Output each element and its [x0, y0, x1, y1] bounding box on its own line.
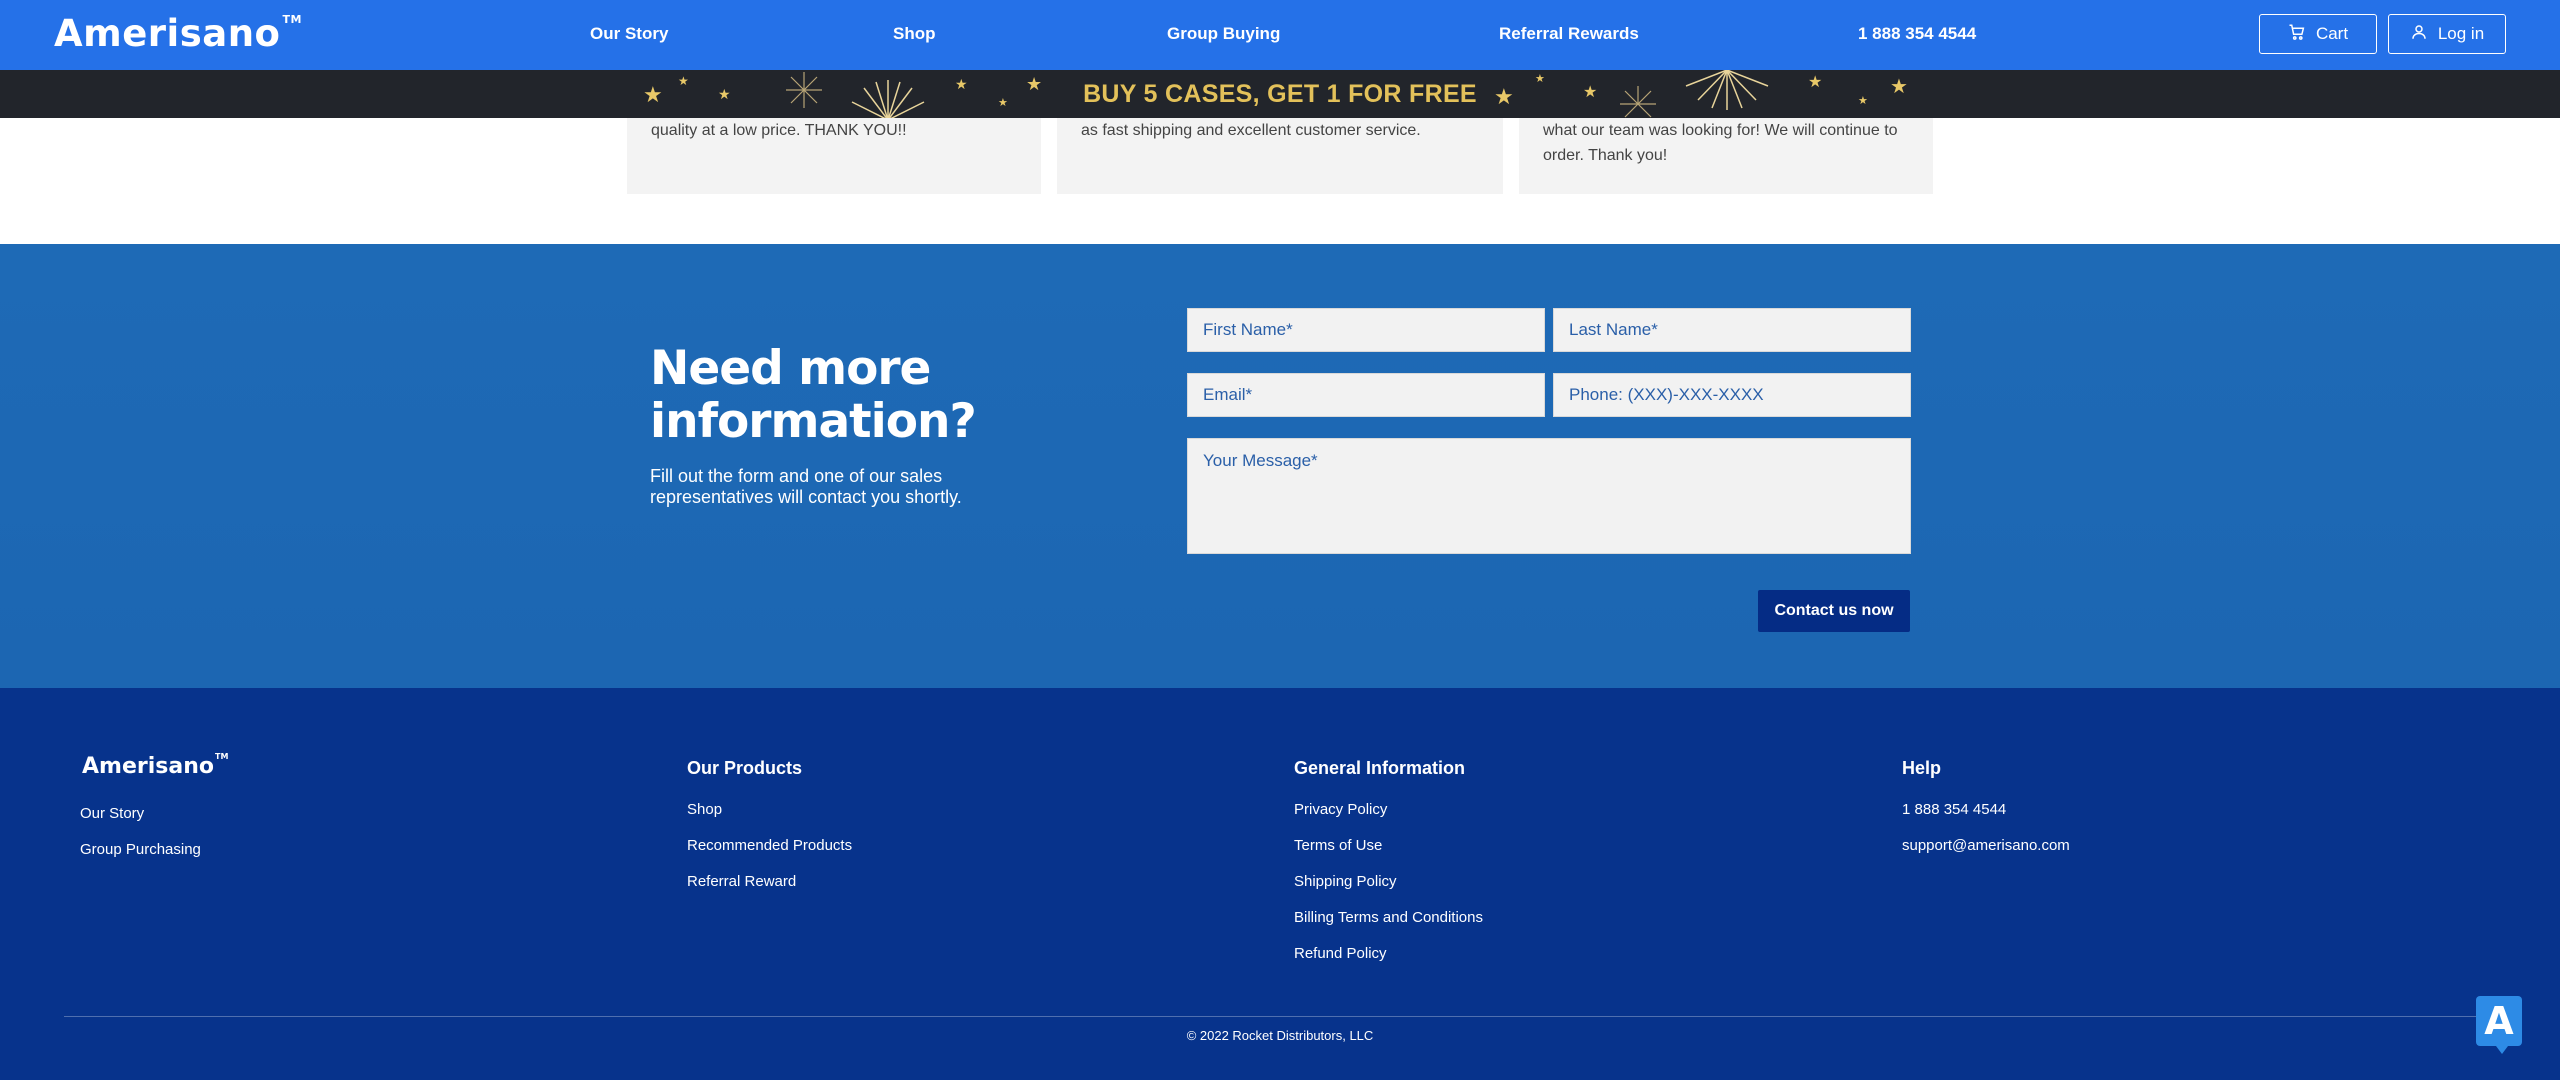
testimonial-text: as fast shipping and excellent customer … [1081, 122, 1421, 139]
first-name-field[interactable]: First Name* [1187, 308, 1545, 352]
login-label: Log in [2437, 24, 2485, 43]
promo-banner[interactable]: ★ ★ ★ ★ ★ ★ ★ ★ ★ ★ ★ ★ BUY 5 CASES, GET… [0, 70, 2560, 118]
footer-divider [64, 1016, 2494, 1017]
testimonial-text: what our team was looking for! We will c… [1543, 122, 1898, 164]
footer-link-recommended-products[interactable]: Recommended Products [687, 837, 852, 854]
footer-logo-text: Amerisano [82, 754, 214, 779]
contact-submit-button[interactable]: Contact us now [1758, 590, 1910, 632]
footer-logo[interactable]: AmerisanoTM [82, 751, 229, 779]
site-footer: AmerisanoTM Our Story Group Purchasing O… [0, 688, 2560, 1080]
footer-link-shipping-policy[interactable]: Shipping Policy [1294, 873, 1397, 890]
accessibility-widget-icon[interactable]: A [2476, 996, 2522, 1054]
first-name-placeholder: First Name* [1203, 320, 1293, 339]
cart-icon [2288, 23, 2306, 46]
phone-field[interactable]: Phone: (XXX)-XXX-XXXX [1553, 373, 1911, 417]
logo[interactable]: Amerisano TM [54, 12, 302, 55]
last-name-placeholder: Last Name* [1569, 320, 1658, 339]
contact-heading: Need more information? [650, 341, 977, 449]
email-field[interactable]: Email* [1187, 373, 1545, 417]
nav-our-story[interactable]: Our Story [590, 24, 668, 44]
message-field[interactable]: Your Message* [1187, 438, 1911, 554]
footer-link-billing-terms[interactable]: Billing Terms and Conditions [1294, 909, 1483, 926]
footer-link-refund-policy[interactable]: Refund Policy [1294, 945, 1387, 962]
testimonial-text: quality at a low price. THANK YOU!! [651, 122, 907, 139]
nav-phone[interactable]: 1 888 354 4544 [1858, 24, 1976, 44]
last-name-field[interactable]: Last Name* [1553, 308, 1911, 352]
footer-link-terms-of-use[interactable]: Terms of Use [1294, 837, 1382, 854]
help-heading: Help [1902, 758, 1942, 778]
cart-label: Cart [2315, 24, 2349, 43]
contact-subtext: Fill out the form and one of our sales r… [650, 466, 962, 507]
promo-text: BUY 5 CASES, GET 1 FOR FREE [1083, 80, 1477, 108]
email-placeholder: Email* [1203, 385, 1253, 404]
info-heading: General Information [1294, 758, 1466, 778]
contact-section: Need more information? Fill out the form… [0, 244, 2560, 688]
phone-placeholder: Phone: (XXX)-XXX-XXXX [1569, 385, 1764, 404]
nav-shop[interactable]: Shop [893, 24, 936, 44]
message-placeholder: Your Message* [1203, 451, 1318, 470]
copyright: © 2022 Rocket Distributors, LLC [1186, 1028, 1374, 1043]
footer-link-phone[interactable]: 1 888 354 4544 [1902, 801, 2006, 818]
footer-link-group-purchasing[interactable]: Group Purchasing [80, 841, 201, 858]
footer-link-privacy-policy[interactable]: Privacy Policy [1294, 801, 1387, 818]
cart-button[interactable]: Cart [2259, 14, 2377, 54]
footer-link-shop[interactable]: Shop [687, 801, 722, 818]
footer-link-referral-reward[interactable]: Referral Reward [687, 873, 796, 890]
footer-link-email[interactable]: support@amerisano.com [1902, 837, 2070, 854]
login-button[interactable]: Log in [2388, 14, 2506, 54]
nav-referral-rewards[interactable]: Referral Rewards [1499, 24, 1639, 44]
site-header: Amerisano TM Our Story Shop Group Buying … [0, 0, 2560, 70]
logo-text: Amerisano [54, 12, 281, 55]
nav-group-buying[interactable]: Group Buying [1167, 24, 1280, 44]
logo-tm: TM [282, 12, 302, 26]
products-heading: Our Products [687, 758, 803, 778]
user-icon [2410, 23, 2428, 46]
footer-logo-tm: TM [214, 751, 229, 761]
footer-link-our-story[interactable]: Our Story [80, 805, 144, 822]
